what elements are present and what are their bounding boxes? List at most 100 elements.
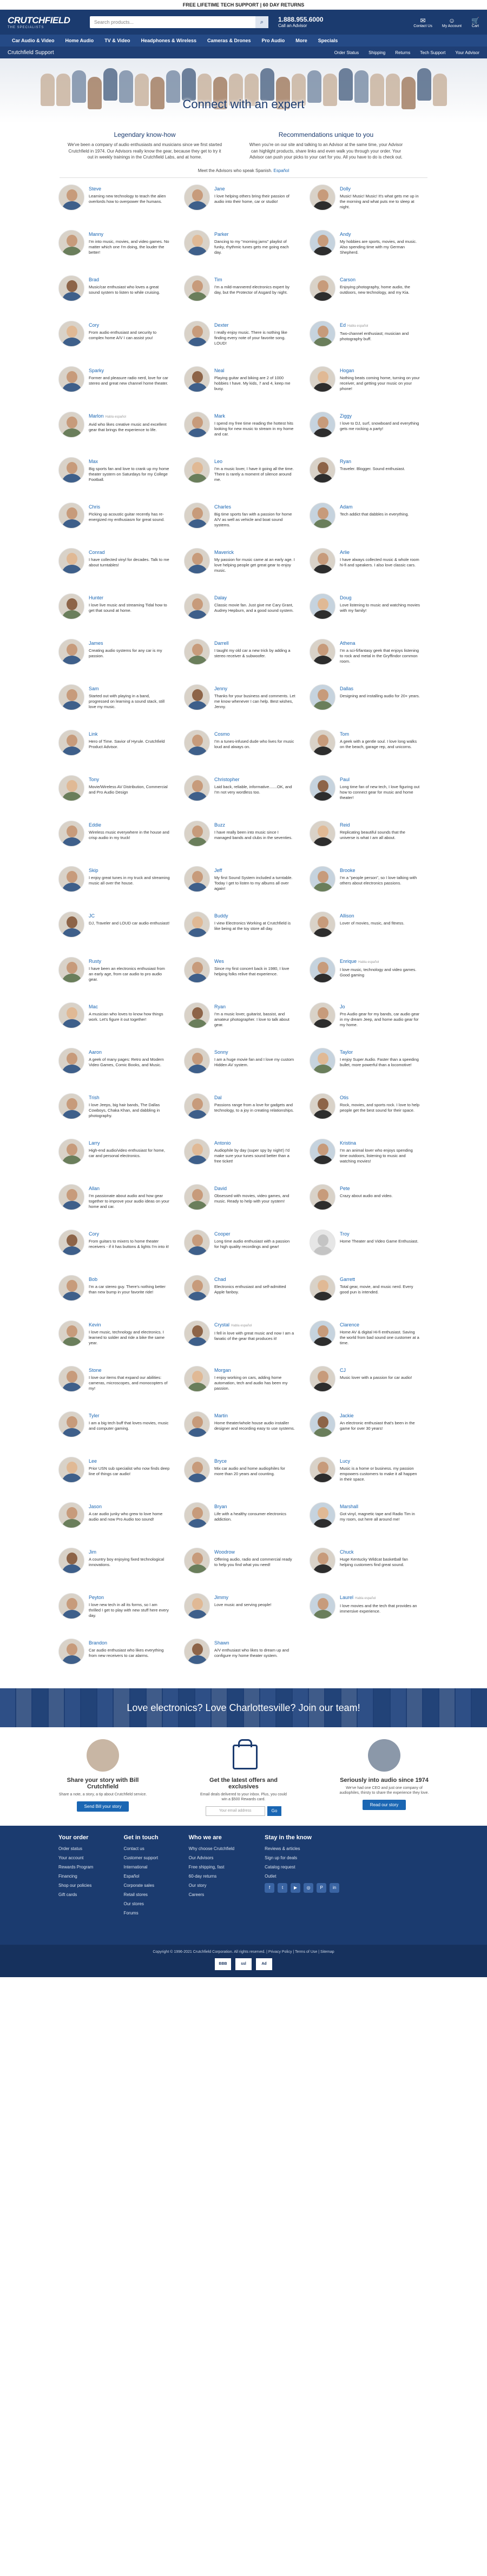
avatar[interactable] <box>310 184 335 210</box>
expert-card[interactable]: Woodrow Offering audio, radio and commerc… <box>184 1547 310 1593</box>
expert-name[interactable]: Larry <box>89 1140 170 1146</box>
expert-name[interactable]: Ryan <box>214 1003 295 1010</box>
expert-card[interactable]: Tyler I am a big tech buff that loves mov… <box>58 1411 184 1457</box>
expert-card[interactable]: Jackie An electronic enthusiast that's be… <box>310 1411 435 1457</box>
avatar[interactable] <box>310 457 335 483</box>
expert-name[interactable]: Jane <box>214 186 295 192</box>
avatar[interactable] <box>58 638 84 665</box>
expert-name-label[interactable]: Brandon <box>89 1640 107 1646</box>
expert-card[interactable]: Antonio Audiophile by day (super spy by n… <box>184 1138 310 1184</box>
expert-name-label[interactable]: Larry <box>89 1140 100 1146</box>
expert-name[interactable]: Christopher <box>214 776 295 783</box>
expert-card[interactable]: Bryce Mix car audio and home audiophiles … <box>184 1456 310 1502</box>
footer-link[interactable]: Why choose Crutchfield <box>189 1846 234 1851</box>
expert-name-label[interactable]: Jane <box>214 186 225 191</box>
expert-name-label[interactable]: Skip <box>89 868 98 873</box>
expert-name[interactable]: Laurel Habla español <box>340 1594 421 1602</box>
search-input[interactable]: Search products... <box>94 19 134 25</box>
expert-card[interactable]: Hunter I love live music and streaming Ti… <box>58 593 184 639</box>
expert-name[interactable]: Antonio <box>214 1140 295 1146</box>
expert-name-label[interactable]: Christopher <box>214 777 240 782</box>
expert-card[interactable]: Garrett Total gear, movie, and music nerd… <box>310 1274 435 1320</box>
expert-name[interactable]: Jo <box>340 1003 421 1010</box>
expert-name-label[interactable]: Taylor <box>340 1049 353 1055</box>
expert-card[interactable]: Kevin I love music, technology and electr… <box>58 1320 184 1366</box>
expert-name-label[interactable]: Brad <box>89 277 99 282</box>
expert-name-label[interactable]: Ryan <box>214 1004 226 1009</box>
expert-name[interactable]: Leo <box>214 458 295 465</box>
expert-card[interactable]: Enrique Habla español I love music, techno… <box>310 956 435 1002</box>
expert-name[interactable]: Hunter <box>89 595 170 601</box>
expert-name-label[interactable]: Pete <box>340 1186 350 1191</box>
expert-name-label[interactable]: Peyton <box>89 1595 104 1600</box>
expert-name[interactable]: Parker <box>214 231 295 237</box>
search-icon[interactable]: ⌕ <box>255 16 268 28</box>
expert-name-label[interactable]: David <box>214 1186 227 1191</box>
footer-link[interactable]: Careers <box>189 1892 234 1897</box>
spanish-link[interactable]: Español <box>273 168 289 173</box>
expert-name-label[interactable]: Allan <box>89 1186 100 1191</box>
expert-name[interactable]: Ryan <box>340 458 421 465</box>
expert-name-label[interactable]: Chuck <box>340 1549 354 1555</box>
footer-link[interactable]: Our story <box>189 1883 234 1888</box>
expert-name[interactable]: Cooper <box>214 1231 295 1237</box>
avatar[interactable] <box>58 1638 84 1665</box>
expert-name[interactable]: Max <box>89 458 170 465</box>
footer-link[interactable]: Your account <box>58 1855 93 1860</box>
expert-name[interactable]: Skip <box>89 867 170 874</box>
expert-name-label[interactable]: Cooper <box>214 1231 231 1237</box>
nav-item-5[interactable]: Pro Audio <box>256 35 291 47</box>
expert-card[interactable]: Bryan Life with a healthy consumer electr… <box>184 1502 310 1548</box>
expert-name-label[interactable]: Dallas <box>340 686 353 691</box>
expert-name[interactable]: Doug <box>340 595 421 601</box>
expert-card[interactable]: Max Big sports fan and love to crank up m… <box>58 457 184 503</box>
expert-name-label[interactable]: Tom <box>340 731 349 737</box>
avatar[interactable] <box>58 229 84 256</box>
expert-card[interactable]: Sam Started out with playing in a band, p… <box>58 684 184 730</box>
expert-name[interactable]: David <box>214 1185 295 1192</box>
expert-name[interactable]: Athena <box>340 640 421 646</box>
expert-card[interactable]: Sparky Former and pleasure radio nerd, lo… <box>58 366 184 412</box>
expert-card[interactable]: Kristina I'm an animal lover who enjoys s… <box>310 1138 435 1184</box>
expert-card[interactable]: Aaron A geek of many pages: Retro and Mod… <box>58 1047 184 1093</box>
expert-name[interactable]: Bob <box>89 1276 170 1283</box>
expert-card[interactable]: Brandon Car audio enthusiast who likes ev… <box>58 1638 184 1684</box>
support-link-2[interactable]: Returns <box>395 50 410 55</box>
expert-card[interactable]: Otis Rock, movies, and sports rock. I lov… <box>310 1093 435 1139</box>
expert-name[interactable]: Jackie <box>340 1412 421 1419</box>
avatar[interactable] <box>58 1593 84 1619</box>
expert-card[interactable]: Wes Since my first concert back in 1980, … <box>184 956 310 1002</box>
expert-name[interactable]: Morgan <box>214 1367 295 1373</box>
expert-card[interactable]: Andy My hobbies are sports, movies, and m… <box>310 229 435 275</box>
expert-card[interactable]: Neal Playing guitar and biking are 2 of 1… <box>184 366 310 412</box>
footer-link[interactable]: Our Advisors <box>189 1855 234 1860</box>
send-story-button[interactable]: Send Bill your story <box>76 1801 129 1812</box>
avatar[interactable] <box>184 1138 210 1165</box>
expert-card[interactable]: Laurel Habla español I love movies and the… <box>310 1593 435 1639</box>
email-field[interactable]: Your email address <box>205 1806 265 1816</box>
expert-card[interactable]: Jimmy Love music and serving people! <box>184 1593 310 1639</box>
footer-link[interactable]: Free shipping, fast <box>189 1865 234 1870</box>
expert-name-label[interactable]: Mark <box>214 413 225 419</box>
expert-name-label[interactable]: Cosmo <box>214 731 230 737</box>
avatar[interactable] <box>58 956 84 983</box>
expert-name[interactable]: Brad <box>89 276 170 283</box>
expert-name-label[interactable]: James <box>89 640 103 646</box>
expert-card[interactable]: Ryan I'm a music lover, guitarist, bassis… <box>184 1002 310 1048</box>
expert-name-label[interactable]: Charles <box>214 504 231 510</box>
avatar[interactable] <box>184 229 210 256</box>
avatar[interactable] <box>58 1365 84 1392</box>
expert-card[interactable]: Dallas Designing and installing audio for… <box>310 684 435 730</box>
expert-name-label[interactable]: Wes <box>214 959 224 964</box>
avatar[interactable] <box>58 1093 84 1119</box>
expert-card[interactable]: Cooper Long time audio enthusiast with a … <box>184 1229 310 1275</box>
expert-name[interactable]: Sonny <box>214 1049 295 1055</box>
avatar[interactable] <box>310 593 335 619</box>
expert-name[interactable]: Dal <box>214 1094 295 1101</box>
avatar[interactable] <box>58 1456 84 1483</box>
email-go-button[interactable]: Go <box>267 1806 282 1816</box>
expert-name-label[interactable]: Buddy <box>214 913 228 919</box>
expert-name-label[interactable]: Clarence <box>340 1322 359 1327</box>
expert-card[interactable]: Mac A musician who loves to know how thin… <box>58 1002 184 1048</box>
expert-name[interactable]: Chuck <box>340 1549 421 1555</box>
